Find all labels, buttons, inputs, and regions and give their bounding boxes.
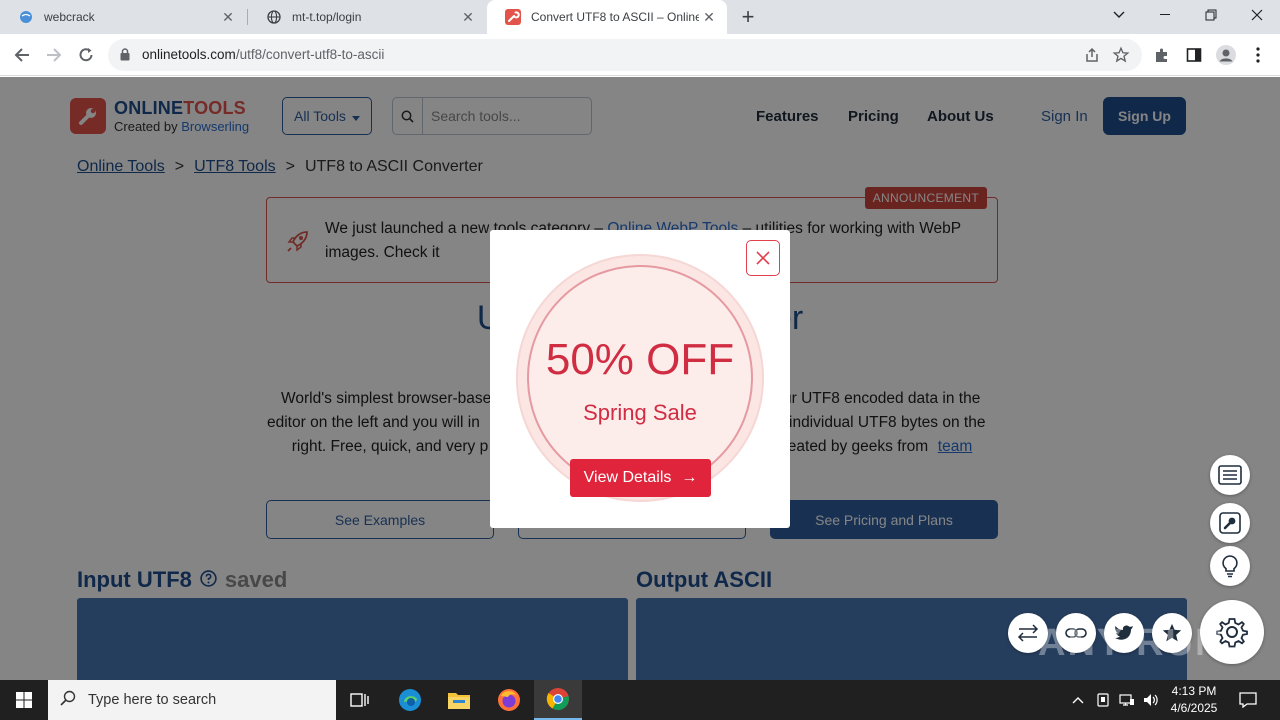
anyrun-watermark: ANY RUN (1038, 622, 1225, 664)
tab-mt-t-login[interactable]: mt-t.top/login ✕ (248, 0, 486, 34)
tab-search-icon[interactable] (1096, 0, 1142, 30)
firefox-taskbar-icon[interactable] (485, 680, 533, 720)
windows-start-button[interactable] (0, 680, 48, 720)
file-explorer-taskbar-icon[interactable] (435, 680, 483, 720)
browser-tab-strip: webcrack ✕ mt-t.top/login ✕ Convert UTF8… (0, 0, 1280, 34)
list-icon (1218, 465, 1242, 485)
idea-widget-button[interactable] (1210, 546, 1250, 586)
list-widget-button[interactable] (1210, 455, 1250, 495)
view-details-button[interactable]: View Details → (570, 459, 711, 497)
wrench-icon (1219, 512, 1241, 534)
globe-icon (18, 9, 34, 25)
close-icon (756, 251, 770, 265)
taskbar: Type here to search 4:13 PM 4/6/2025 (0, 680, 1280, 720)
browser-menu-icon[interactable] (1247, 44, 1269, 66)
swap-arrows-icon (1017, 624, 1039, 642)
taskbar-search[interactable]: Type here to search (48, 680, 336, 720)
tab-utf8-to-ascii[interactable]: Convert UTF8 to ASCII – Online UTF8 Tool… (487, 0, 727, 34)
notification-icon[interactable] (1232, 680, 1264, 720)
reload-icon[interactable] (73, 42, 99, 68)
task-view-icon (350, 693, 369, 707)
globe-icon (266, 9, 282, 25)
arrow-right-icon: → (681, 469, 698, 486)
share-icon[interactable] (1084, 47, 1100, 68)
lightbulb-icon (1222, 555, 1238, 578)
tray-chevron-up-icon[interactable] (1068, 680, 1088, 720)
close-tab-icon[interactable]: ✕ (218, 7, 238, 27)
minimize-button[interactable] (1142, 0, 1188, 30)
tab-title: webcrack (44, 10, 95, 24)
clock-date: 4/6/2025 (1170, 701, 1218, 715)
close-tab-icon[interactable]: ✕ (458, 7, 478, 27)
windows-logo-icon (16, 692, 32, 708)
forward-arrow-icon[interactable] (41, 42, 67, 68)
tab-title: Convert UTF8 to ASCII – Online UTF8 Tool… (531, 10, 699, 24)
task-view-button[interactable] (336, 680, 384, 720)
side-panel-icon[interactable] (1183, 44, 1205, 66)
network-icon[interactable] (1116, 680, 1138, 720)
restore-button[interactable] (1188, 0, 1234, 30)
taskbar-search-input[interactable]: Type here to search (88, 692, 216, 708)
tab-title: mt-t.top/login (292, 10, 362, 24)
extensions-puzzle-icon[interactable] (1151, 44, 1173, 66)
close-modal-button[interactable] (746, 240, 780, 276)
back-arrow-icon[interactable] (9, 42, 35, 68)
discount-text: 50% OFF (545, 335, 735, 384)
lock-icon[interactable] (120, 48, 130, 66)
profile-avatar-icon[interactable] (1215, 44, 1237, 66)
sale-subtitle: Spring Sale (583, 400, 697, 425)
clock-time: 4:13 PM (1171, 684, 1217, 698)
system-clock[interactable]: 4:13 PM 4/6/2025 (1162, 683, 1226, 717)
new-tab-button[interactable]: + (736, 5, 760, 29)
bookmark-star-icon[interactable] (1112, 46, 1130, 69)
url-text: onlinetools.com/utf8/convert-utf8-to-asc… (142, 47, 385, 62)
browser-toolbar: onlinetools.com/utf8/convert-utf8-to-asc… (0, 34, 1280, 76)
wrench-favicon-icon (505, 9, 521, 25)
tray-device-icon[interactable] (1092, 680, 1114, 720)
promo-modal: 50% OFF Spring Sale View Details → (490, 230, 790, 528)
search-icon (60, 690, 76, 711)
chrome-taskbar-icon[interactable] (534, 680, 582, 720)
close-tab-icon[interactable]: ✕ (699, 7, 719, 27)
tab-webcrack[interactable]: webcrack ✕ (0, 0, 246, 34)
address-bar[interactable]: onlinetools.com/utf8/convert-utf8-to-asc… (108, 39, 1142, 71)
volume-icon[interactable] (1140, 680, 1162, 720)
close-window-button[interactable] (1234, 0, 1280, 30)
tools-widget-button[interactable] (1210, 503, 1250, 543)
edge-taskbar-icon[interactable] (386, 680, 434, 720)
web-page: ONLINETOOLS Created by Browserling All T… (0, 77, 1280, 680)
